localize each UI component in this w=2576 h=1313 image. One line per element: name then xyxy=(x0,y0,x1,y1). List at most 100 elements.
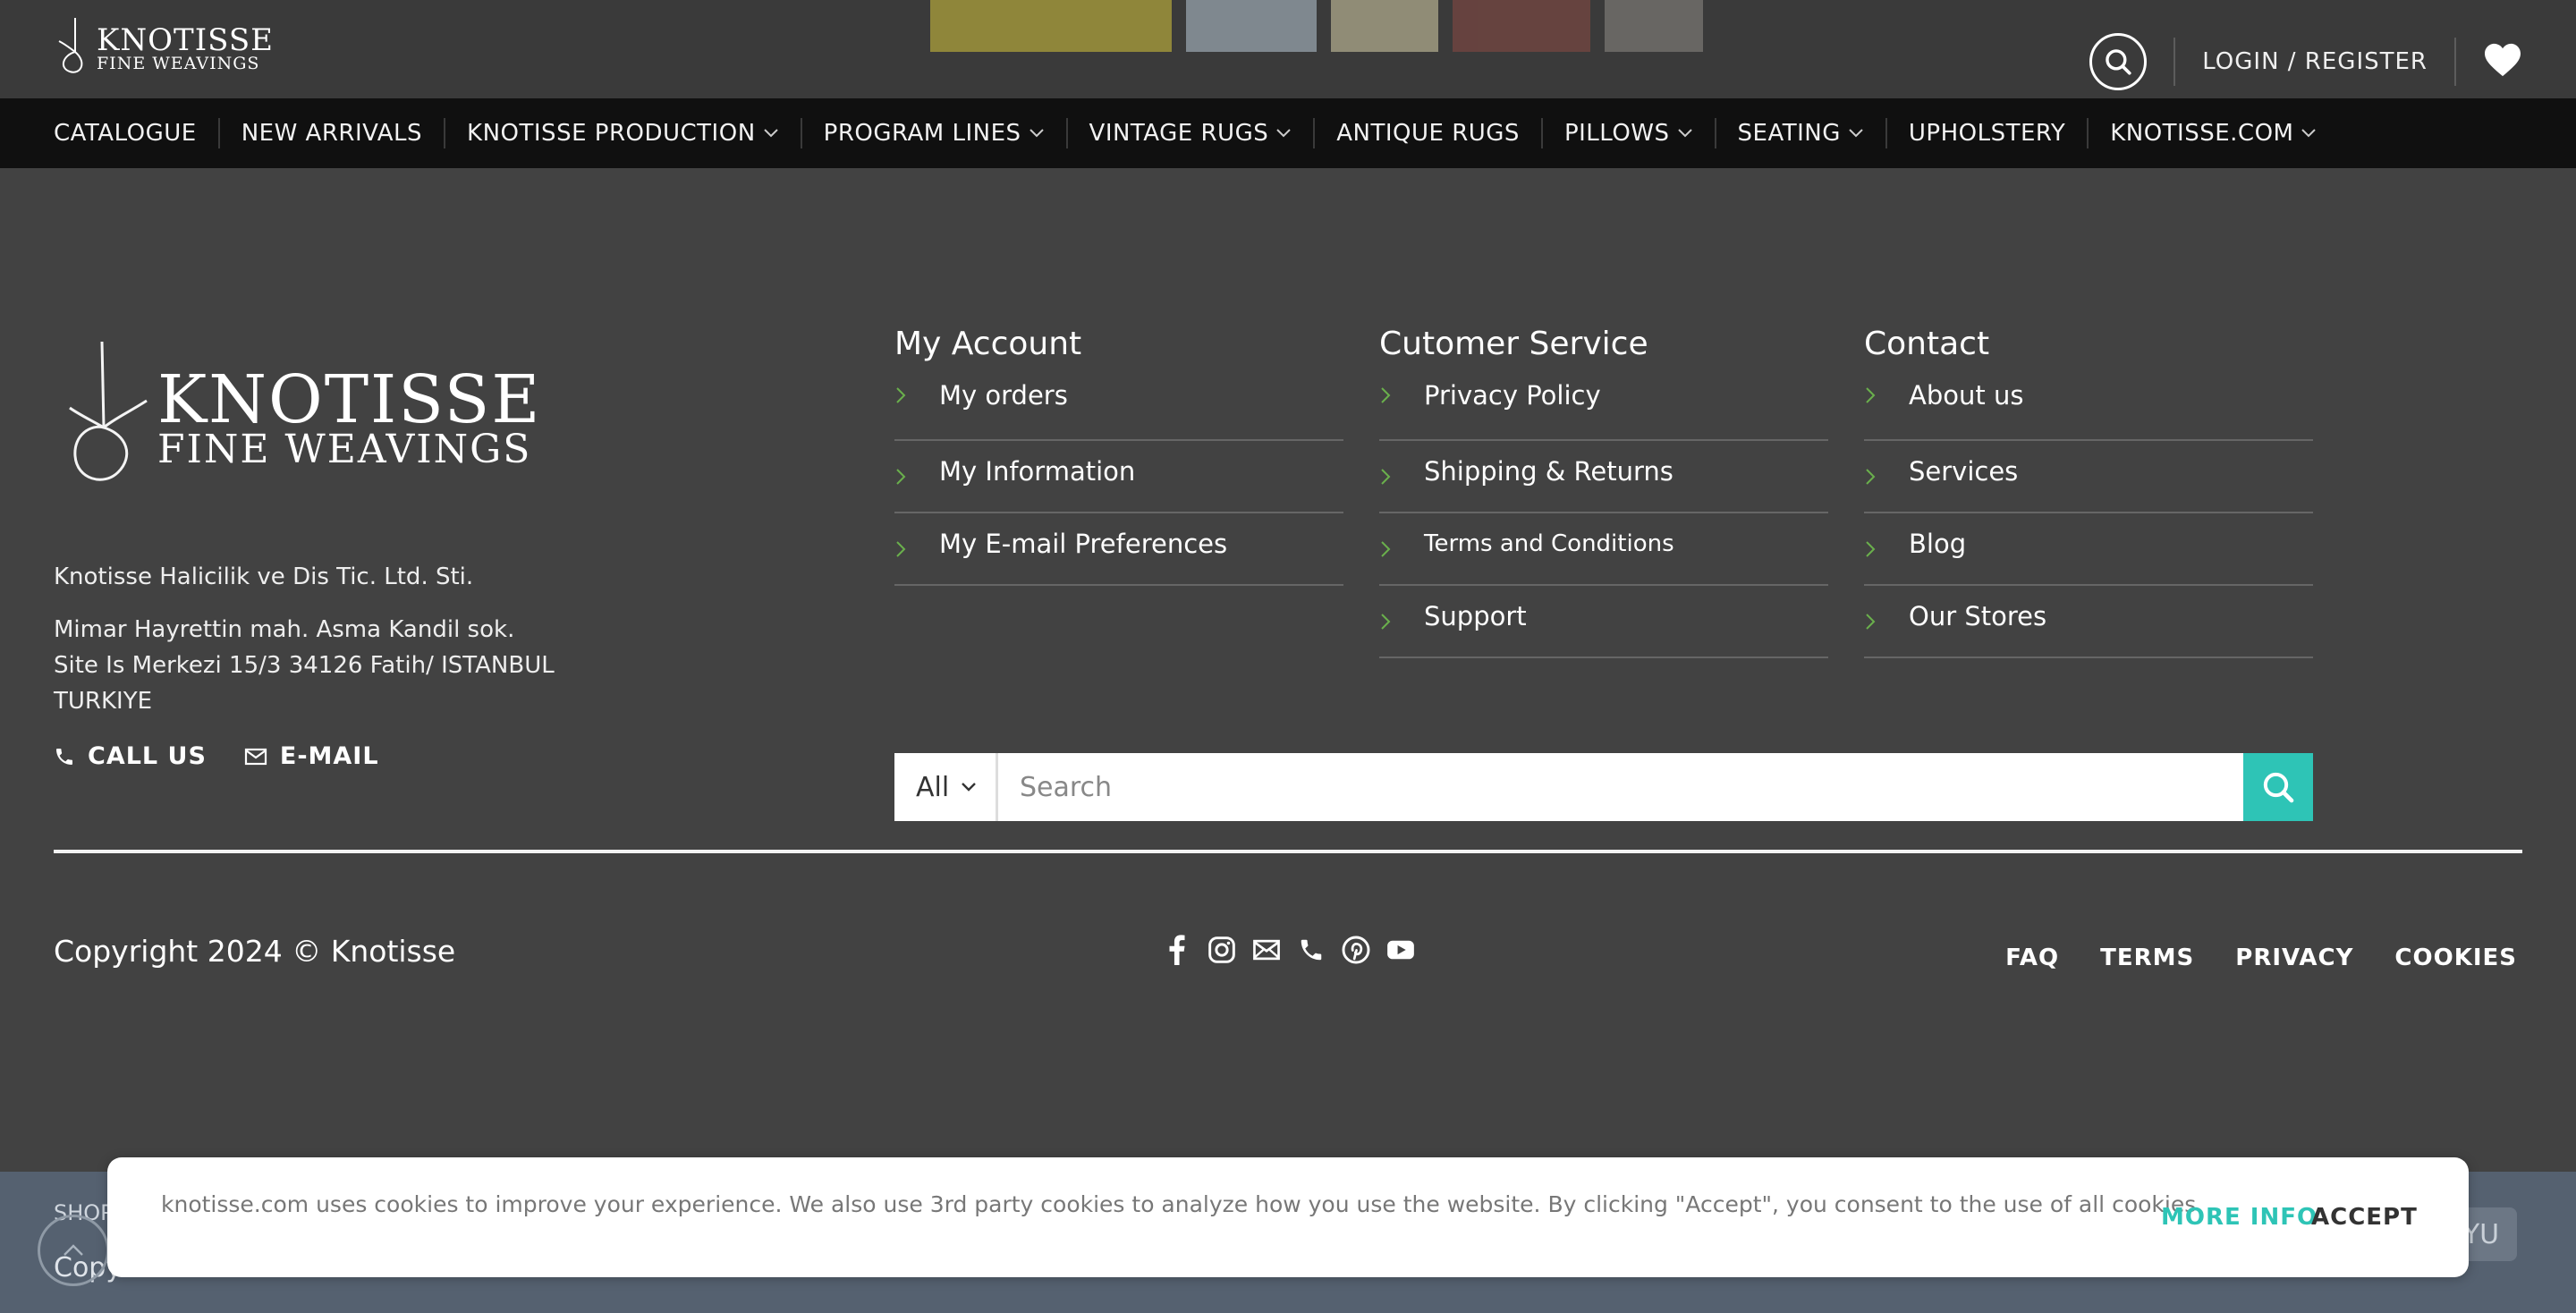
product-thumbnail[interactable] xyxy=(1331,0,1438,52)
company-address: Mimar Hayrettin mah. Asma Kandil sok. Si… xyxy=(54,612,555,719)
cookie-message: knotisse.com uses cookies to improve you… xyxy=(161,1191,2204,1217)
pinterest-icon[interactable] xyxy=(1342,934,1370,966)
nav-item-seating[interactable]: SEATING xyxy=(1714,118,1885,148)
privacy-link[interactable]: PRIVACY xyxy=(2235,945,2353,971)
footer-column-my-account: My Account My orders My Information My E… xyxy=(894,326,1343,586)
footer-link-our-stores[interactable]: Our Stores xyxy=(1864,586,2313,658)
nav-item-antique-rugs[interactable]: ANTIQUE RUGS xyxy=(1313,118,1541,148)
phone-icon xyxy=(56,748,72,765)
wishlist-heart-icon[interactable] xyxy=(2483,42,2522,81)
header-logo[interactable]: KNOTISSE FINE WEAVINGS xyxy=(55,16,274,80)
facebook-icon[interactable] xyxy=(1163,934,1191,966)
contact-links: CALL US E-MAIL xyxy=(54,742,379,770)
nav-item-pillows[interactable]: PILLOWS xyxy=(1540,118,1715,148)
nav-item-program-lines[interactable]: PROGRAM LINES xyxy=(800,118,1066,148)
company-name: Knotisse Halicilik ve Dis Tic. Ltd. Sti. xyxy=(54,563,474,590)
address-line: TURKIYE xyxy=(54,688,153,715)
search-icon xyxy=(2263,772,2294,803)
footer-link-services[interactable]: Services xyxy=(1864,441,2313,513)
divider xyxy=(2454,38,2456,86)
search-input[interactable] xyxy=(998,753,2243,821)
logo-text-primary: KNOTISSE xyxy=(97,21,274,58)
footer-link-terms-conditions[interactable]: Terms and Conditions xyxy=(1379,513,1828,586)
legal-links: FAQ TERMS PRIVACY COOKIES xyxy=(2005,945,2517,971)
envelope-icon xyxy=(244,748,267,765)
divider xyxy=(2174,38,2176,86)
nav-item-upholstery[interactable]: UPHOLSTERY xyxy=(1885,118,2087,148)
chevron-down-icon xyxy=(2301,129,2317,138)
footer-logo-text-primary: KNOTISSE xyxy=(157,360,542,438)
chevron-right-icon xyxy=(894,539,939,559)
search-category-select[interactable]: All xyxy=(894,753,998,821)
copyright-text: Copyright 2024 © Knotisse xyxy=(54,934,456,969)
site-header: KNOTISSE FINE WEAVINGS LOGIN / REGISTER xyxy=(0,0,2576,98)
footer-search-form: All xyxy=(894,753,2313,821)
instagram-icon[interactable] xyxy=(1208,934,1236,966)
product-thumbnail[interactable] xyxy=(1605,0,1703,52)
cookie-accept-button[interactable]: ACCEPT xyxy=(2311,1204,2418,1231)
chevron-right-icon xyxy=(1379,612,1424,631)
product-thumbnail[interactable] xyxy=(1186,0,1317,52)
footer-logo-text-secondary: FINE WEAVINGS xyxy=(157,427,532,473)
search-icon xyxy=(2106,49,2131,75)
chevron-right-icon xyxy=(894,385,939,405)
cookie-consent-banner: knotisse.com uses cookies to improve you… xyxy=(107,1157,2469,1277)
column-title: Contact xyxy=(1864,326,1990,362)
footer-link-my-orders[interactable]: My orders xyxy=(894,380,1343,441)
social-icons xyxy=(1163,934,1415,966)
chevron-right-icon xyxy=(1864,385,1909,405)
nav-item-catalogue[interactable]: CATALOGUE xyxy=(54,118,218,148)
youtube-icon[interactable] xyxy=(1386,934,1415,966)
footer-link-email-preferences[interactable]: My E-mail Preferences xyxy=(894,513,1343,586)
footer-link-privacy-policy[interactable]: Privacy Policy xyxy=(1379,380,1828,441)
chevron-down-icon xyxy=(1849,129,1863,138)
login-register-link[interactable]: LOGIN / REGISTER xyxy=(2202,48,2428,75)
product-thumbnail[interactable] xyxy=(1453,0,1590,52)
logo-text-secondary: FINE WEAVINGS xyxy=(97,53,260,73)
footer-divider xyxy=(54,850,2522,853)
search-submit-button[interactable] xyxy=(2243,753,2313,821)
chevron-down-icon xyxy=(962,783,977,792)
chevron-right-icon xyxy=(1864,539,1909,559)
chevron-down-icon xyxy=(1276,129,1291,138)
chevron-right-icon xyxy=(1379,467,1424,487)
cookie-more-info-button[interactable]: MORE INFO xyxy=(2161,1204,2318,1231)
column-title: Cutomer Service xyxy=(1379,326,1648,362)
email-icon[interactable] xyxy=(1252,934,1281,966)
column-title: My Account xyxy=(894,326,1082,362)
footer-column-customer-service: Cutomer Service Privacy Policy Shipping … xyxy=(1379,326,1828,658)
phone-icon[interactable] xyxy=(1297,934,1326,966)
nav-item-new-arrivals[interactable]: NEW ARRIVALS xyxy=(217,118,444,148)
back-to-top-button[interactable] xyxy=(38,1215,109,1286)
nav-item-knotisse-com[interactable]: KNOTISSE.COM xyxy=(2087,118,2338,148)
faq-link[interactable]: FAQ xyxy=(2005,945,2059,971)
nav-item-vintage-rugs[interactable]: VINTAGE RUGS xyxy=(1065,118,1314,148)
footer-link-support[interactable]: Support xyxy=(1379,586,1828,658)
nav-item-knotisse-production[interactable]: KNOTISSE PRODUCTION xyxy=(444,118,801,148)
header-search-button[interactable] xyxy=(2089,33,2148,90)
knotisse-logo-mark-icon xyxy=(69,341,148,481)
footer-link-blog[interactable]: Blog xyxy=(1864,513,2313,586)
footer-link-my-information[interactable]: My Information xyxy=(894,441,1343,513)
main-navigation: CATALOGUE NEW ARRIVALS KNOTISSE PRODUCTI… xyxy=(0,98,2576,168)
email-link[interactable]: E-MAIL xyxy=(244,742,379,770)
footer-link-about-us[interactable]: About us xyxy=(1864,380,2313,441)
chevron-down-icon xyxy=(763,129,778,138)
knotisse-logo-mark-icon xyxy=(58,18,83,73)
chevron-right-icon xyxy=(1379,539,1424,559)
chevron-up-icon xyxy=(64,1244,83,1256)
address-line: Site Is Merkezi 15/3 34126 Fatih/ ISTANB… xyxy=(54,652,555,679)
chevron-down-icon xyxy=(1677,129,1692,138)
chevron-right-icon xyxy=(1864,467,1909,487)
footer-logo[interactable]: KNOTISSE FINE WEAVINGS xyxy=(64,338,541,499)
product-thumbnails-strip xyxy=(930,0,1703,52)
address-line: Mimar Hayrettin mah. Asma Kandil sok. xyxy=(54,616,515,643)
footer-link-shipping-returns[interactable]: Shipping & Returns xyxy=(1379,441,1828,513)
chevron-right-icon xyxy=(894,467,939,487)
terms-link[interactable]: TERMS xyxy=(2100,945,2194,971)
footer-column-contact: Contact About us Services Blog Our Store… xyxy=(1864,326,2313,658)
product-thumbnail[interactable] xyxy=(930,0,1172,52)
chevron-down-icon xyxy=(1029,129,1044,138)
cookies-link[interactable]: COOKIES xyxy=(2394,945,2517,971)
call-us-link[interactable]: CALL US xyxy=(54,742,207,770)
